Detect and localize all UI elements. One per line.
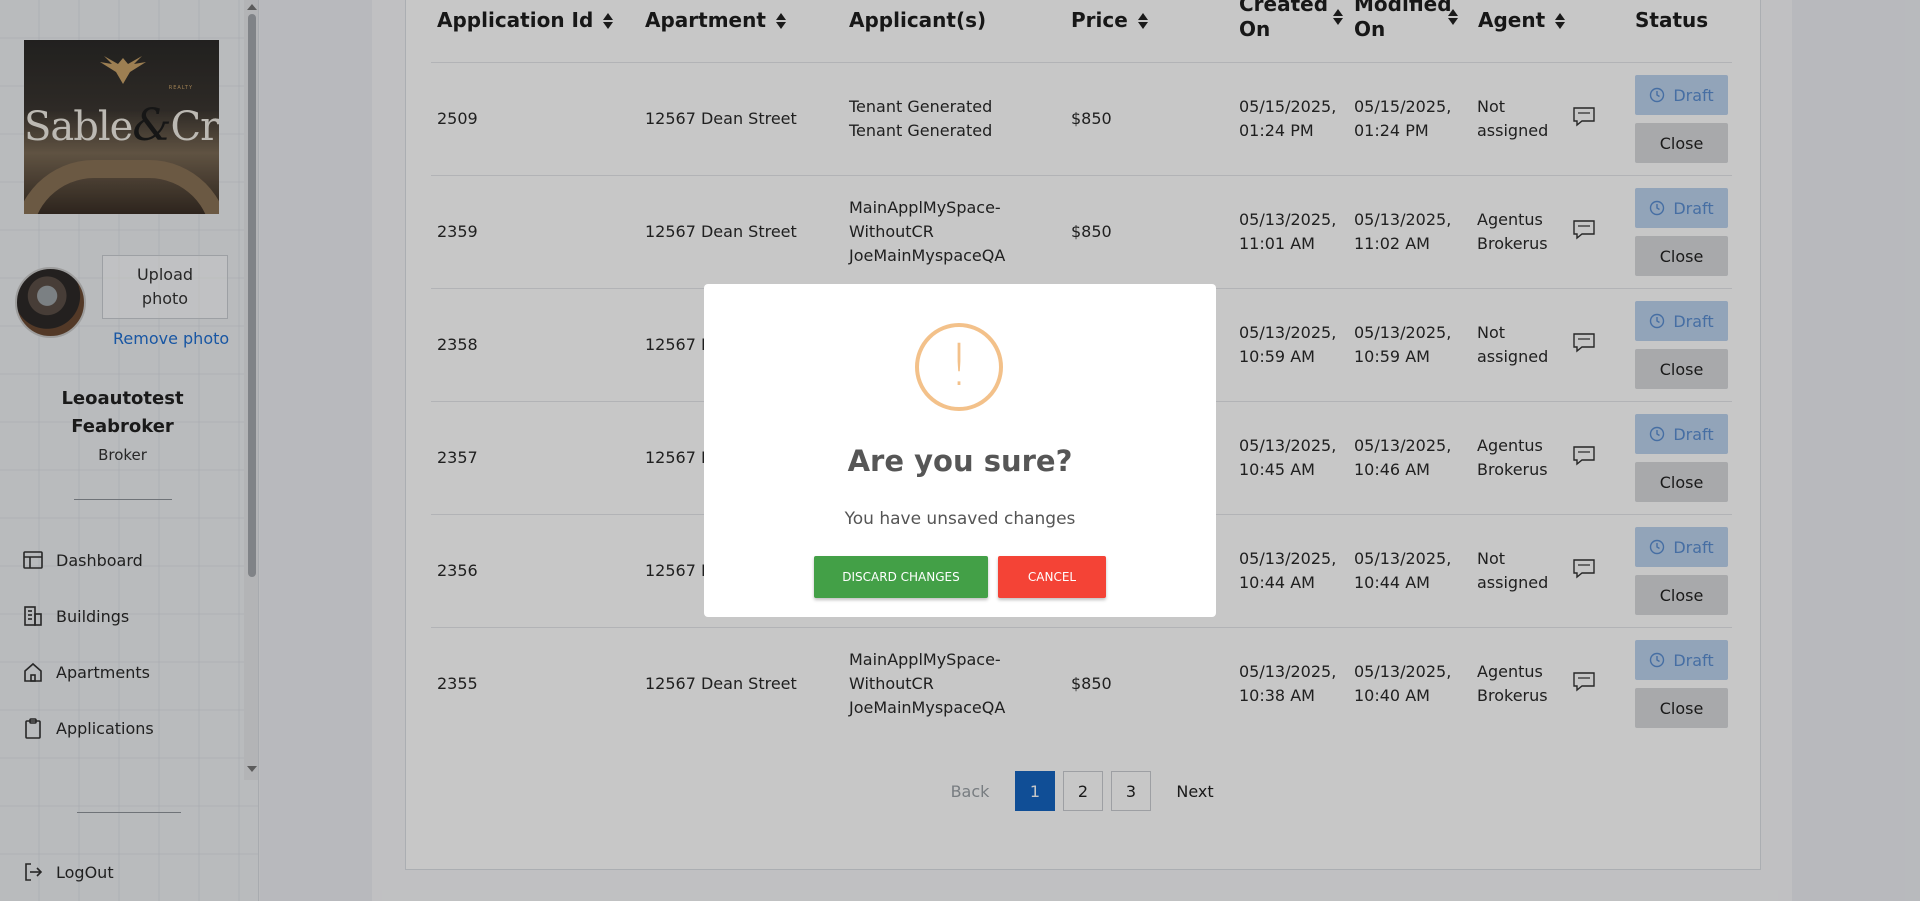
warning-icon: !: [915, 323, 1003, 411]
discard-changes-button[interactable]: DISCARD CHANGES: [814, 556, 988, 598]
cancel-button[interactable]: CANCEL: [998, 556, 1106, 598]
dialog-title: Are you sure?: [847, 444, 1073, 478]
dialog-message: You have unsaved changes: [844, 509, 1076, 529]
confirm-dialog: ! Are you sure? You have unsaved changes…: [704, 284, 1216, 617]
